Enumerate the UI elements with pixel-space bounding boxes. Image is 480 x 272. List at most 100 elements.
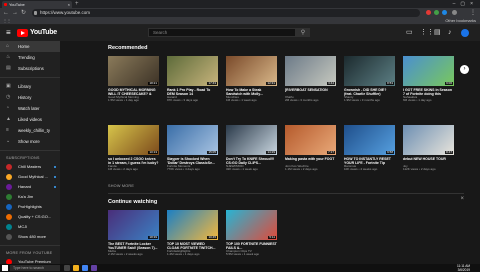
new-tab-icon[interactable]: + xyxy=(75,1,79,7)
taskbar-search-input[interactable]: Type here to search xyxy=(10,265,60,271)
subscription-item[interactable]: Good Mythical ... xyxy=(0,172,60,182)
video-title[interactable]: debut NEW HOUSE TOUR xyxy=(403,157,454,165)
video-duration: 7:17 xyxy=(327,149,335,154)
video-thumbnail[interactable]: 17:43 xyxy=(167,56,218,86)
sidebar-item-liked-videos[interactable]: ▲ Liked videos xyxy=(0,114,60,125)
video-thumbnail[interactable]: 18:21 xyxy=(108,56,159,86)
sidebar-item-trending[interactable]: ♨ Trending xyxy=(0,52,60,63)
extension-icon[interactable] xyxy=(434,10,439,15)
task-view-icon[interactable] xyxy=(64,265,70,271)
subscription-item[interactable]: Show 480 more xyxy=(0,232,60,242)
windows-start-icon[interactable] xyxy=(2,265,8,271)
video-thumbnail[interactable]: 9:06 xyxy=(403,56,454,86)
video-title[interactable]: Slayper is Shocked When 'Dollar' Destroy… xyxy=(167,157,218,165)
video-card[interactable]: 10:45 TOP 10 MOST VIEWED CLOAK FORTNITE T… xyxy=(167,210,218,256)
video-thumbnail[interactable]: 9:58 xyxy=(344,125,395,155)
video-thumbnail[interactable]: 14:29 xyxy=(226,125,277,155)
video-card[interactable]: 7:17 Making pasta with your FOOT Jom Kos W… xyxy=(285,125,336,171)
apps-icon[interactable]: ⋮⋮ xyxy=(3,18,11,24)
video-title[interactable]: Don't Try To KNIFE Shroud!!! CS:GO Daily… xyxy=(226,157,277,165)
reload-icon[interactable]: ↻ xyxy=(21,9,26,17)
video-card[interactable]: 18:39 The BEST Fortnite Locker YouTUNER S… xyxy=(108,210,159,256)
video-card[interactable]: 15:05 Slayper is Shocked When 'Dollar' De… xyxy=(167,125,218,171)
show-more-button[interactable]: SHOW MORE xyxy=(108,184,134,188)
app-icon[interactable] xyxy=(91,265,97,271)
video-card[interactable]: 17:43 Rank 1 Pro Play - Road To DEM Seaso… xyxy=(167,56,218,102)
video-card[interactable]: 8:53 Grownish - DID SHE DIE? (feat. Charl… xyxy=(344,56,395,102)
video-thumbnail[interactable]: 10:13 xyxy=(108,125,159,155)
video-title[interactable]: Grownish - DID SHE DIE? (feat. Charlie S… xyxy=(344,88,395,96)
search-input[interactable]: Search xyxy=(148,28,296,37)
video-title[interactable]: Making pasta with your FOOT xyxy=(285,157,336,165)
video-title[interactable]: HOW TO INSTANTLY RESET YOUR LIFE - Fortn… xyxy=(344,157,395,165)
other-bookmarks[interactable]: Other bookmarks xyxy=(445,18,476,24)
video-title[interactable]: GOOD MYTHICAL MORNING WILL IT CHEESECAKE… xyxy=(108,88,159,96)
browser-toolbar: ← → ↻ https://www.youtube.com ⋮ xyxy=(0,8,480,18)
video-thumbnail[interactable]: 8:53 xyxy=(344,56,395,86)
sidebar-item-show-more[interactable]: ⌄ Show more xyxy=(0,136,60,147)
video-title[interactable]: [RIVERBOAT SENSATION xyxy=(285,88,336,96)
video-title[interactable]: so I unboxed 2 CSGO knives in 1 stream, … xyxy=(108,157,159,165)
video-thumbnail[interactable]: 12:31 xyxy=(226,56,277,86)
video-card[interactable]: 14:29 Don't Try To KNIFE Shroud!!! CS:GO … xyxy=(226,125,277,171)
video-card[interactable]: 5:11 TOP 100 FORTNITE FUNNIEST FAILS &...… xyxy=(226,210,277,256)
sidebar-item-history[interactable]: ◷ History xyxy=(0,92,60,103)
sidebar-item-home[interactable]: ⌂ Home xyxy=(0,41,60,52)
profile-icon[interactable] xyxy=(452,10,457,15)
extension-icon[interactable] xyxy=(442,10,447,15)
browser-tab[interactable]: YouTube × xyxy=(2,1,72,8)
video-title[interactable]: TOP 100 FORTNITE FUNNIEST FAILS &... xyxy=(226,242,277,250)
subscription-item[interactable]: Chill Masters xyxy=(0,162,60,172)
video-title[interactable]: TOP 10 MOST VIEWED CLOAK FORTNITE TWITCH… xyxy=(167,242,218,250)
video-thumbnail[interactable]: 3:44 xyxy=(285,56,336,86)
video-card[interactable]: 10:13 so I unboxed 2 CSGO knives in 1 str… xyxy=(108,125,159,171)
video-card[interactable]: 18:21 GOOD MYTHICAL MORNING WILL IT CHEES… xyxy=(108,56,159,102)
subscription-item[interactable]: YouTube Premium xyxy=(0,257,60,264)
messages-icon[interactable]: ▤ xyxy=(434,29,441,37)
tab-close-icon[interactable]: × xyxy=(68,1,70,8)
video-thumbnail[interactable]: 15:05 xyxy=(167,125,218,155)
video-thumbnail[interactable]: 7:17 xyxy=(285,125,336,155)
close-icon[interactable]: × xyxy=(460,196,464,202)
video-title[interactable]: The BEST Fortnite Locker YouTUNER Said! … xyxy=(108,242,159,250)
file-explorer-icon[interactable] xyxy=(73,265,79,271)
browser-menu-icon[interactable]: ⋮ xyxy=(470,9,476,17)
account-avatar[interactable] xyxy=(461,29,469,37)
subscription-item[interactable]: ProHighlights xyxy=(0,202,60,212)
address-bar[interactable]: https://www.youtube.com xyxy=(32,9,420,17)
video-card[interactable]: 9:58 HOW TO INSTANTLY RESET YOUR LIFE - F… xyxy=(344,125,395,171)
video-title[interactable]: I GOT FREE SKINS In Season 7 of Fortnite… xyxy=(403,88,454,96)
extension-icon[interactable] xyxy=(426,10,431,15)
subscription-item[interactable]: Hanard xyxy=(0,182,60,192)
video-title[interactable]: Rank 1 Pro Play - Road To DEM Season 14 xyxy=(167,88,218,96)
back-icon[interactable]: ← xyxy=(3,9,9,17)
search-button[interactable]: ⚲ xyxy=(296,28,310,37)
hamburger-menu-icon[interactable]: ≡ xyxy=(6,29,11,37)
forward-icon[interactable]: → xyxy=(12,9,18,17)
sidebar-item-library[interactable]: ▣ Library xyxy=(0,81,60,92)
video-card[interactable]: 12:31 How To Make a Steak Sandwich with M… xyxy=(226,56,277,102)
subscription-item[interactable]: Quality + CS:GO... xyxy=(0,212,60,222)
notifications-bell-icon[interactable]: ♪ xyxy=(448,29,452,37)
youtube-logo-text[interactable]: YouTube xyxy=(30,28,57,38)
window-controls[interactable]: –▢× xyxy=(453,0,478,8)
subscription-item[interactable]: Ka'a Jim xyxy=(0,192,60,202)
video-thumbnail[interactable]: 8:47 xyxy=(403,125,454,155)
video-card[interactable]: 3:44 [RIVERBOAT SENSATION Xhalfu 2M views •… xyxy=(285,56,336,102)
video-thumbnail[interactable]: 18:39 xyxy=(108,210,159,240)
video-card[interactable]: 9:06 I GOT FREE SKINS In Season 7 of Fort… xyxy=(403,56,454,102)
apps-grid-icon[interactable]: ⋮⋮ xyxy=(420,29,434,37)
video-thumbnail[interactable]: 10:45 xyxy=(167,210,218,240)
video-card[interactable]: 8:47 debut NEW HOUSE TOUR Joy 112K views • … xyxy=(403,125,454,171)
video-title[interactable]: How To Make a Steak Sandwich with Molly.… xyxy=(226,88,277,96)
next-arrow-icon[interactable]: › xyxy=(460,65,469,74)
sidebar-item-subscriptions[interactable]: ▤ Subscriptions xyxy=(0,63,60,74)
youtube-logo-icon[interactable] xyxy=(17,29,28,37)
taskbar-clock[interactable]: 11:11 AM 3/6/2019 xyxy=(457,264,470,272)
chrome-icon[interactable] xyxy=(82,265,88,271)
sidebar-item-watch-later[interactable]: ◔ Watch later xyxy=(0,103,60,114)
subscription-item[interactable]: MCJI xyxy=(0,222,60,232)
video-thumbnail[interactable]: 5:11 xyxy=(226,210,277,240)
create-video-icon[interactable]: ▭ xyxy=(406,29,413,37)
sidebar-item-weekly-chillin-ty[interactable]: ≡ weekly_chillin_ty xyxy=(0,125,60,136)
